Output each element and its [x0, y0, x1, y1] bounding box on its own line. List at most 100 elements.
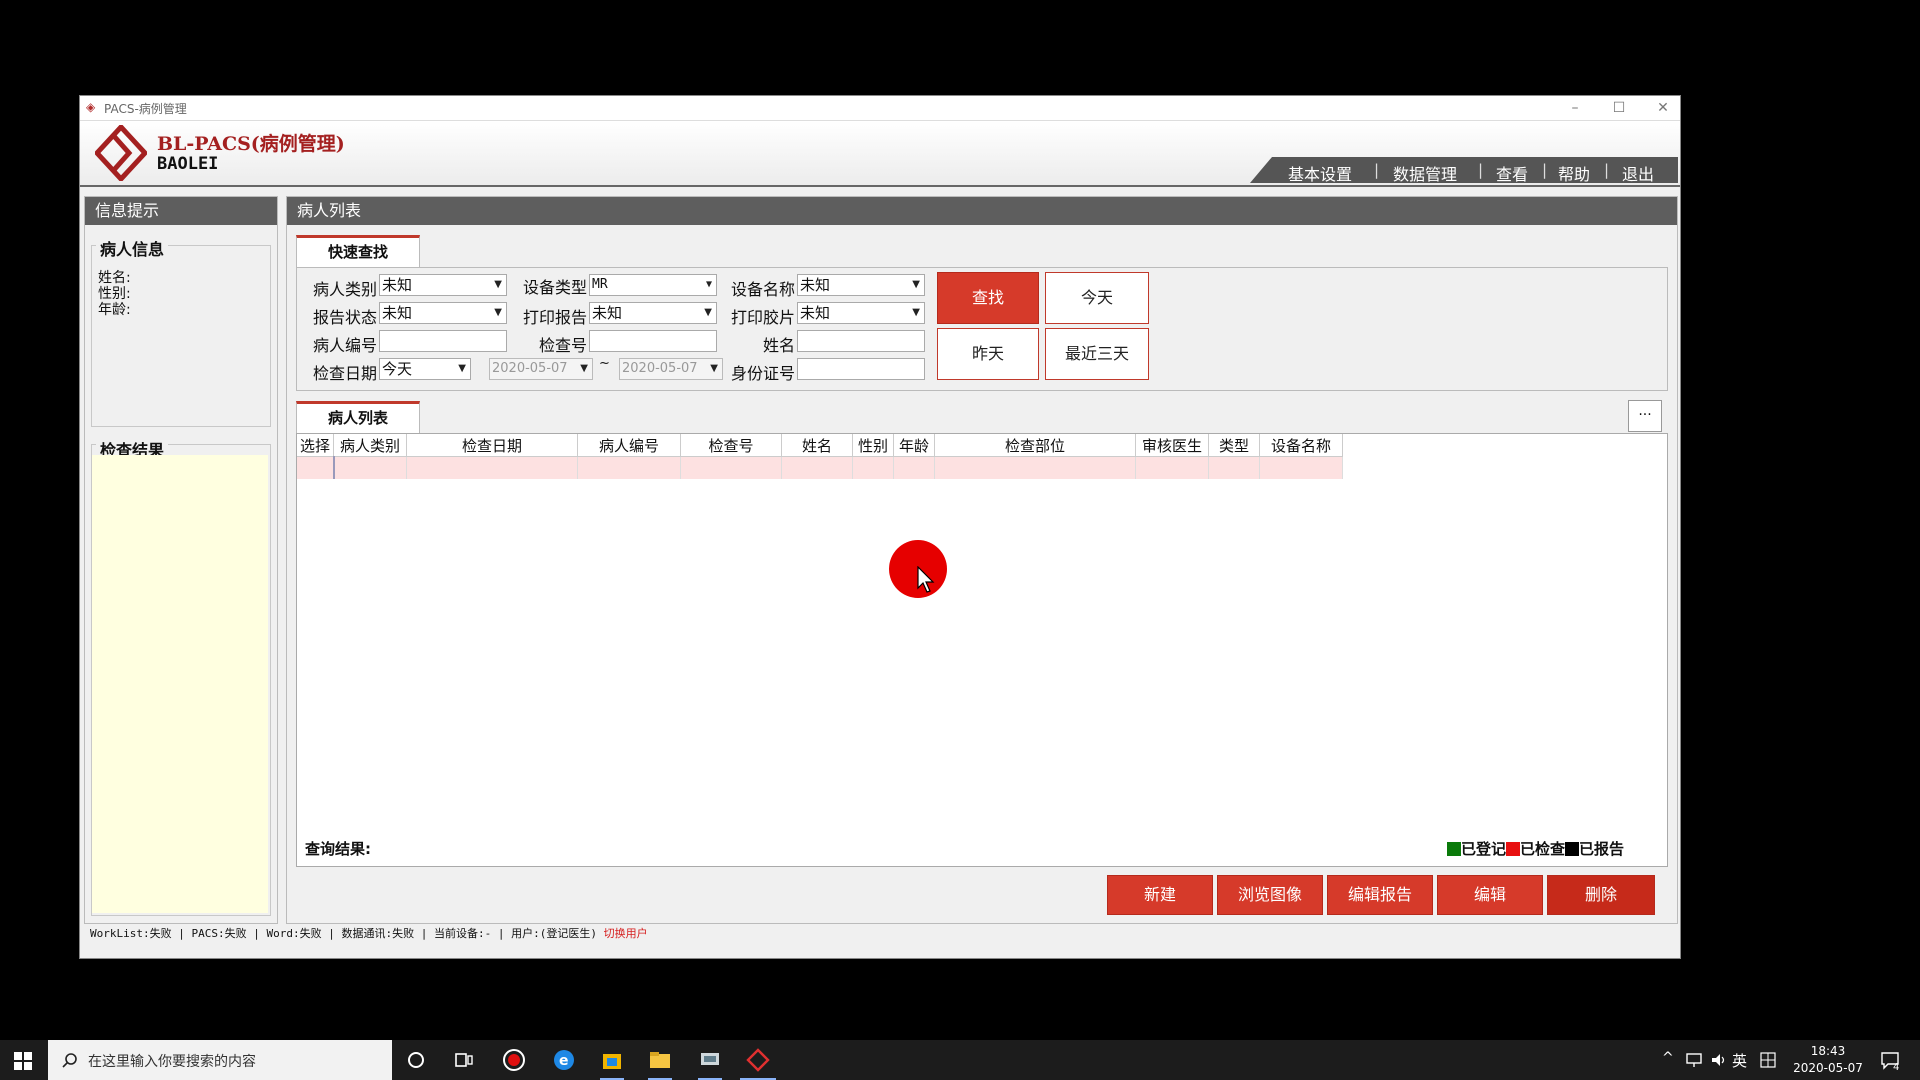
print-film-select[interactable]: 未知▼	[797, 302, 925, 324]
device-name-select[interactable]: 未知▼	[797, 274, 925, 296]
print-report-label: 打印报告	[515, 304, 587, 328]
exam-date-select[interactable]: 今天▼	[379, 358, 471, 380]
patient-no-label: 病人编号	[305, 332, 377, 356]
clock[interactable]: 18:43 2020-05-07	[1788, 1043, 1868, 1077]
name-input[interactable]	[797, 330, 925, 352]
device-type-select[interactable]: MR▼	[589, 274, 717, 296]
status-data-comm: 数据通讯:失败	[341, 927, 414, 940]
exam-result-text[interactable]	[92, 455, 268, 913]
patient-type-label: 病人类别	[305, 276, 377, 300]
network-app-icon[interactable]	[698, 1048, 722, 1072]
date-range-separator: ~	[599, 356, 610, 371]
exam-no-input[interactable]	[589, 330, 717, 352]
volume-icon[interactable]	[1710, 1052, 1728, 1068]
date-to-picker[interactable]: 2020-05-07▼	[619, 358, 723, 380]
last-three-days-button[interactable]: 最近三天	[1045, 328, 1149, 380]
maximize-button[interactable]: ☐	[1597, 96, 1641, 120]
legend-registered-swatch	[1447, 842, 1461, 856]
ime-indicator[interactable]: 英	[1732, 1050, 1747, 1071]
find-button[interactable]: 查找	[937, 272, 1039, 324]
col-sex[interactable]: 性别	[853, 434, 894, 457]
col-select[interactable]: 选择	[297, 434, 334, 457]
cortana-icon[interactable]	[404, 1048, 428, 1072]
file-explorer-icon[interactable]	[648, 1048, 672, 1072]
patient-info-fields: 姓名: 性别: 年龄:	[98, 270, 131, 318]
delete-button[interactable]: 删除	[1547, 875, 1655, 915]
col-patient-no[interactable]: 病人编号	[578, 434, 681, 457]
menu-help[interactable]: 帮助	[1558, 161, 1590, 185]
window-title: PACS-病例管理	[104, 100, 187, 117]
col-age[interactable]: 年龄	[894, 434, 935, 457]
status-worklist: WorkList:失败	[90, 927, 172, 940]
task-view-icon[interactable]	[452, 1048, 476, 1072]
edge-browser-icon[interactable]: e	[552, 1048, 576, 1072]
search-icon	[62, 1052, 78, 1068]
edit-button[interactable]: 编辑	[1437, 875, 1543, 915]
patient-list-panel: 病人列表 快速查找 病人类别 未知▼ 设备类型 MR▼ 设备名称 未知▼ 报告状…	[286, 196, 1678, 924]
legend-registered-label: 已登记	[1461, 840, 1506, 858]
patient-type-select[interactable]: 未知▼	[379, 274, 507, 296]
print-report-select[interactable]: 未知▼	[589, 302, 717, 324]
chevron-down-icon: ▼	[458, 359, 466, 379]
report-status-select[interactable]: 未知▼	[379, 302, 507, 324]
age-label: 年龄:	[98, 302, 131, 318]
today-button[interactable]: 今天	[1045, 272, 1149, 324]
screen-recorder-icon[interactable]	[502, 1048, 526, 1072]
date-from-picker[interactable]: 2020-05-07▼	[489, 358, 593, 380]
patient-table-area: 选择 病人类别 检查日期 病人编号 检查号 姓名 性别 年龄 检查部位 审核医生…	[296, 433, 1668, 867]
menu-bar: 基本设置 | 数据管理 | 查看 | 帮助 | 退出	[1250, 157, 1678, 183]
minimize-button[interactable]: –	[1553, 96, 1597, 120]
legend-reported-label: 已报告	[1579, 840, 1624, 858]
menu-basic-settings[interactable]: 基本设置	[1288, 161, 1352, 185]
chevron-up-icon[interactable]: ^	[1662, 1050, 1674, 1066]
menu-separator: |	[1604, 161, 1609, 179]
switch-user-link[interactable]: 切换用户	[604, 927, 648, 940]
col-reviewer[interactable]: 审核医生	[1136, 434, 1209, 457]
id-number-input[interactable]	[797, 358, 925, 380]
col-exam-date[interactable]: 检查日期	[407, 434, 578, 457]
menu-separator: |	[1478, 161, 1483, 179]
clock-time: 18:43	[1788, 1043, 1868, 1060]
col-type[interactable]: 类型	[1209, 434, 1260, 457]
taskbar: 在这里输入你要搜索的内容 e ^ 英 18:43 2020-05-07 4	[0, 1040, 1920, 1080]
id-number-label: 身份证号	[723, 360, 795, 384]
col-exam-part[interactable]: 检查部位	[935, 434, 1136, 457]
windows-start-icon[interactable]	[14, 1052, 32, 1070]
chevron-down-icon: ▼	[494, 303, 502, 323]
col-device-name[interactable]: 设备名称	[1260, 434, 1343, 457]
menu-view[interactable]: 查看	[1496, 161, 1528, 185]
name-label: 姓名:	[98, 270, 131, 286]
chevron-down-icon: ▼	[912, 275, 920, 295]
quick-search-form: 病人类别 未知▼ 设备类型 MR▼ 设备名称 未知▼ 报告状态 未知▼ 打印报告…	[296, 267, 1668, 391]
new-button[interactable]: 新建	[1107, 875, 1213, 915]
legend-examined-label: 已检查	[1520, 840, 1565, 858]
yesterday-button[interactable]: 昨天	[937, 328, 1039, 380]
status-separator: |	[421, 927, 428, 940]
menu-exit[interactable]: 退出	[1622, 161, 1654, 185]
legend-reported-swatch	[1565, 842, 1579, 856]
browse-images-button[interactable]: 浏览图像	[1217, 875, 1323, 915]
status-pacs: PACS:失败	[191, 927, 246, 940]
status-separator: |	[178, 927, 185, 940]
tab-quick-search[interactable]: 快速查找	[296, 235, 420, 268]
brand-logo-icon	[95, 125, 147, 181]
patient-no-input[interactable]	[379, 330, 507, 352]
status-legend: 已登记已检查已报告	[1447, 838, 1624, 859]
table-row[interactable]	[297, 457, 1343, 480]
pacs-app-icon[interactable]	[746, 1048, 770, 1072]
col-name[interactable]: 姓名	[782, 434, 853, 457]
legend-examined-swatch	[1506, 842, 1520, 856]
col-patient-type[interactable]: 病人类别	[334, 434, 407, 457]
more-options-button[interactable]: ···	[1628, 400, 1662, 432]
keyboard-layout-icon[interactable]	[1760, 1052, 1776, 1068]
exam-result-group: 检查结果	[91, 444, 271, 916]
col-exam-no[interactable]: 检查号	[681, 434, 782, 457]
menu-data-management[interactable]: 数据管理	[1393, 161, 1457, 185]
edit-report-button[interactable]: 编辑报告	[1327, 875, 1433, 915]
tab-patient-list[interactable]: 病人列表	[296, 401, 420, 434]
store-icon[interactable]	[600, 1048, 624, 1072]
taskbar-search-box[interactable]: 在这里输入你要搜索的内容	[48, 1040, 392, 1080]
network-icon[interactable]	[1686, 1052, 1704, 1068]
close-button[interactable]: ✕	[1641, 96, 1685, 120]
patient-list-panel-title: 病人列表	[287, 197, 1677, 225]
